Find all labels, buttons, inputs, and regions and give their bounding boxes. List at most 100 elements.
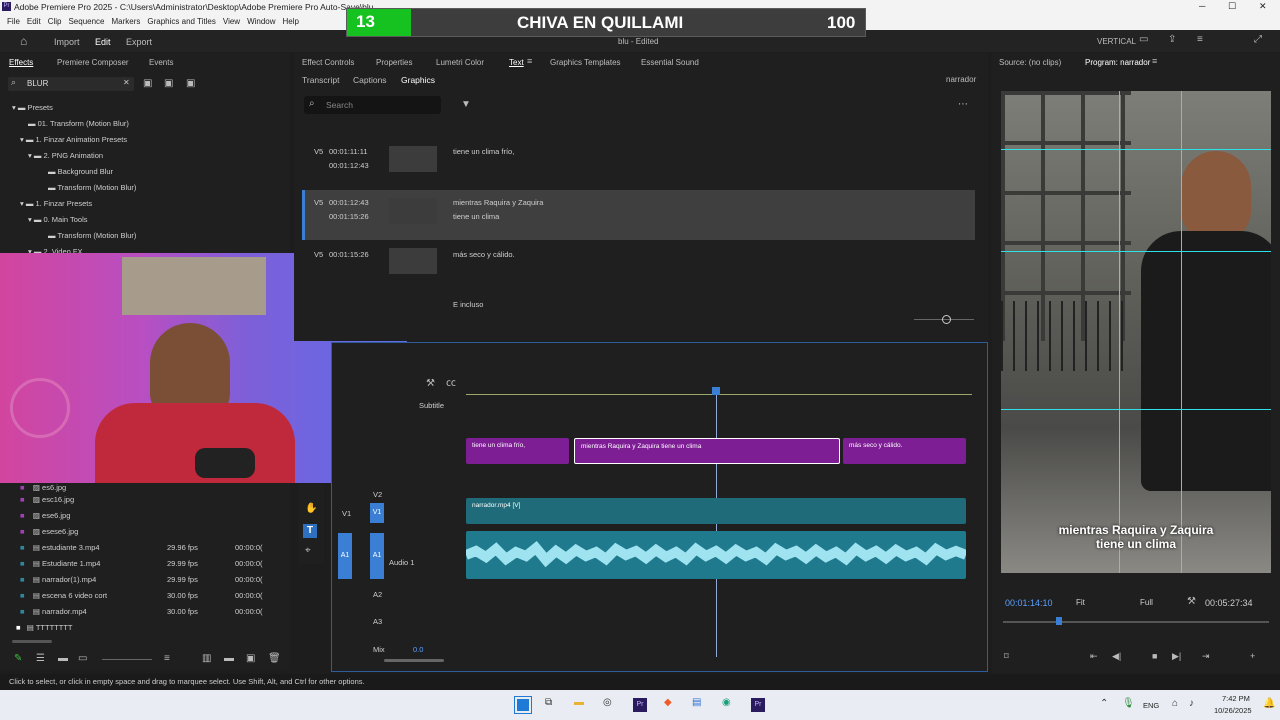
transform-icon[interactable]: ⌖ [305, 546, 311, 556]
list-item[interactable]: ■ ▤ Estudiante 1.mp4 29.99 fps 00:00:0( [20, 559, 263, 568]
new-bin-icon[interactable]: ▣ [143, 79, 152, 89]
minimize-button[interactable]: ─ [1199, 1, 1205, 11]
list-item[interactable]: ■ ▤ TTTTTTTT [16, 623, 72, 632]
captions-search-input[interactable]: ⌕ Search [304, 96, 441, 114]
source-monitor-tab[interactable]: Source: (no clips) [999, 58, 1061, 67]
list-item[interactable]: ■ ▨ es6.jpg [20, 483, 66, 492]
step-back-icon[interactable]: ◀| [1112, 651, 1121, 662]
menu-file[interactable]: File [7, 17, 20, 26]
maximize-button[interactable]: ☐ [1228, 1, 1236, 12]
wrench-icon[interactable]: ⚒ [426, 379, 435, 389]
stop-icon[interactable]: ■ [1152, 651, 1157, 661]
caption-row-selected[interactable]: V5 00:01:12:43 00:01:15:26 mientras Raqu… [302, 190, 975, 240]
tree-item[interactable]: ▾ ▬ Presets [12, 103, 53, 112]
taskview-icon[interactable]: ⧉ [545, 698, 552, 708]
caption-text[interactable]: tiene un clima [453, 212, 499, 221]
chrome-icon[interactable]: ◎ [603, 698, 612, 708]
tab-edit[interactable]: Edit [95, 37, 111, 47]
tree-item[interactable]: ▾ ▬ 1. Finzar Presets [20, 199, 92, 208]
caption-clip[interactable]: más seco y cálido. [843, 438, 966, 464]
premiere-active-icon[interactable]: Pr [751, 698, 765, 712]
monitor-playhead[interactable] [1056, 617, 1062, 625]
timeline-h-scrollbar[interactable] [384, 659, 444, 662]
program-video-frame[interactable]: mientras Raquira y Zaquira tiene un clima [1001, 91, 1271, 573]
monitor-menu-icon[interactable]: ≡ [1152, 57, 1157, 66]
volume-icon[interactable]: ♪ [1189, 699, 1194, 709]
caption-text[interactable]: mientras Raquira y Zaquira [453, 198, 543, 207]
tab-effects[interactable]: Effects [9, 58, 33, 67]
freeform-view-icon[interactable]: ▭ [78, 654, 87, 664]
new-bin-icon[interactable]: ▬ [224, 654, 234, 664]
go-to-in-icon[interactable]: ⇤ [1090, 651, 1098, 662]
menu-edit[interactable]: Edit [27, 17, 41, 26]
track-label-a3[interactable]: A3 [373, 617, 382, 626]
tab-menu-icon[interactable]: ≡ [527, 57, 532, 66]
settings-icon[interactable]: ⚒ [1187, 597, 1196, 607]
caption-row[interactable]: V5 00:01:15:26 más seco y cálido. [302, 243, 975, 283]
list-item[interactable]: ■ ▨ ese6.jpg [20, 511, 70, 520]
export-frame-icon[interactable]: ⇥ [1202, 651, 1210, 662]
track-a1-source[interactable]: A1 [338, 533, 352, 579]
clock-date[interactable]: 10/26/2025 [1214, 706, 1252, 715]
clear-icon[interactable]: ✕ [123, 78, 130, 87]
menu-markers[interactable]: Markers [112, 17, 141, 26]
tab-essential-sound[interactable]: Essential Sound [641, 58, 699, 67]
tab-transcript[interactable]: Transcript [302, 75, 339, 85]
delete-icon[interactable]: 🗑 [268, 654, 281, 664]
project-scrollbar[interactable] [12, 640, 52, 643]
tab-import[interactable]: Import [54, 37, 80, 47]
mark-in-icon[interactable]: ⌑ [1004, 651, 1009, 662]
effects-search-input[interactable]: ⌕ BLUR ✕ [8, 77, 134, 91]
fullscreen-icon[interactable]: ⤢ [1254, 35, 1262, 45]
menu-icon[interactable]: ≡ [1197, 35, 1203, 45]
tab-captions[interactable]: Captions [353, 75, 387, 85]
clock-time[interactable]: 7:42 PM [1222, 694, 1250, 703]
language-indicator[interactable]: ENG [1143, 701, 1159, 710]
tree-item[interactable]: ▾ ▬ 0. Main Tools [28, 215, 88, 224]
menu-window[interactable]: Window [247, 17, 275, 26]
text-zoom-handle[interactable] [942, 315, 951, 324]
tree-item[interactable]: ▾ ▬ 1. Finzar Animation Presets [20, 135, 127, 144]
close-button[interactable]: ✕ [1259, 1, 1267, 12]
edge-icon[interactable]: ◉ [722, 698, 731, 708]
workspace-icon[interactable]: ▭ [1139, 35, 1148, 45]
tree-item[interactable]: ▾ ▬ 2. PNG Animation [28, 151, 103, 160]
tree-item[interactable]: ▬ Transform (Motion Blur) [48, 183, 136, 192]
tab-graphics[interactable]: Graphics [401, 75, 435, 85]
premiere-taskbar-icon[interactable]: Pr [633, 698, 647, 712]
quality-select[interactable]: Full [1140, 598, 1153, 607]
brave-icon[interactable]: ◆ [664, 698, 672, 708]
tab-graphics-templates[interactable]: Graphics Templates [550, 58, 621, 67]
notepad-icon[interactable]: ▤ [692, 698, 701, 708]
network-icon[interactable]: ⌂ [1172, 699, 1178, 709]
icon-view-icon[interactable]: ▬ [58, 654, 68, 664]
list-item[interactable]: ■ ▨ esc16.jpg [20, 495, 74, 504]
bin-yuv-icon[interactable]: ▣ [186, 79, 195, 89]
captions-icon[interactable]: ㏄ [446, 379, 456, 389]
menu-graphics[interactable]: Graphics and Titles [147, 17, 215, 26]
track-label-a2[interactable]: A2 [373, 590, 382, 599]
hand-icon[interactable]: ✋ [305, 504, 317, 514]
tree-item[interactable]: ▬ 01. Transform (Motion Blur) [28, 119, 129, 128]
list-item[interactable]: ■ ▤ narrador(1).mp4 29.99 fps 00:00:0( [20, 575, 263, 584]
share-icon[interactable]: ⇪ [1168, 35, 1176, 45]
tab-text[interactable]: Text [509, 58, 524, 67]
mix-value[interactable]: 0.0 [413, 645, 423, 654]
notifications-icon[interactable]: 🔔 [1263, 699, 1275, 709]
tab-lumetri[interactable]: Lumetri Color [436, 58, 484, 67]
menu-clip[interactable]: Clip [48, 17, 62, 26]
explorer-icon[interactable]: ▬ [574, 698, 584, 708]
caption-clip[interactable]: tiene un clima frío, [466, 438, 569, 464]
audio-clip[interactable] [466, 531, 966, 579]
tab-export[interactable]: Export [126, 37, 152, 47]
list-item[interactable]: ■ ▤ estudiante 3.mp4 29.96 fps 00:00:0( [20, 543, 263, 552]
list-item[interactable]: ■ ▨ esese6.jpg [20, 527, 78, 536]
home-icon[interactable]: ⌂ [20, 35, 27, 47]
tree-item[interactable]: ▬ Transform (Motion Blur) [48, 231, 136, 240]
type-tool-icon[interactable]: T [303, 524, 317, 538]
filter-icon[interactable]: ▼ [461, 100, 471, 110]
pencil-icon[interactable]: ✎ [14, 654, 22, 664]
list-item[interactable]: ■ ▤ escena 6 video cort 30.00 fps 00:00:0( [20, 591, 263, 600]
more-buttons-icon[interactable]: + [1250, 651, 1255, 661]
caption-text[interactable]: tiene un clima frío, [453, 147, 514, 156]
